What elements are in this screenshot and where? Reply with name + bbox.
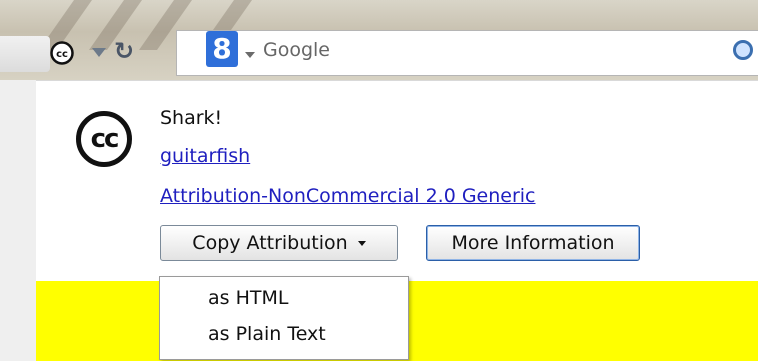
copy-attribution-button[interactable]: Copy Attribution — [160, 225, 398, 261]
cc-icon[interactable]: cc — [50, 41, 74, 65]
svg-text:cc: cc — [56, 49, 68, 60]
menu-item-as-plain-text[interactable]: as Plain Text — [208, 323, 326, 345]
copy-attribution-label: Copy Attribution — [192, 232, 348, 254]
reload-icon[interactable]: ↻ — [114, 39, 134, 63]
creative-commons-icon: cc — [76, 111, 132, 167]
search-engine-dropdown-icon[interactable] — [245, 52, 255, 58]
google-icon[interactable]: 8 — [206, 31, 238, 67]
more-information-label: More Information — [451, 232, 615, 254]
work-title: Shark! — [160, 107, 223, 129]
browser-toolbar: cc ↻ 8 Google — [0, 24, 758, 76]
dropdown-arrow-icon[interactable] — [92, 48, 106, 57]
menu-item-as-html[interactable]: as HTML — [208, 287, 288, 309]
more-information-button[interactable]: More Information — [426, 225, 640, 261]
search-icon[interactable] — [733, 40, 753, 60]
search-engine-label: Google — [263, 39, 331, 61]
copy-attribution-menu: as HTML as Plain Text — [159, 276, 409, 360]
author-link[interactable]: guitarfish — [160, 145, 250, 167]
license-link[interactable]: Attribution-NonCommercial 2.0 Generic — [160, 185, 536, 207]
chevron-down-icon — [357, 241, 366, 246]
url-bar-end[interactable] — [0, 36, 50, 72]
